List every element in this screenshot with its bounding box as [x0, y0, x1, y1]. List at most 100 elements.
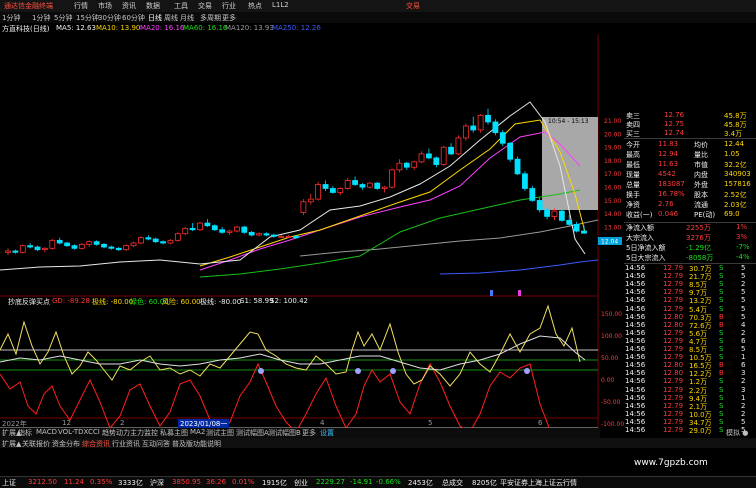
tick-side: S: [719, 385, 724, 394]
info-tab-help[interactable]: 普及版功能说明: [172, 439, 221, 449]
tab-more[interactable]: 更多: [302, 428, 316, 438]
tab-indicator[interactable]: 指标: [18, 428, 32, 438]
candle: [352, 180, 358, 185]
quote-field-label: 均价: [694, 141, 708, 149]
menu-item-4[interactable]: 数据: [146, 1, 160, 11]
tick-price: 12.79: [663, 401, 684, 410]
period-day[interactable]: 日线: [148, 13, 162, 23]
candle: [411, 161, 418, 168]
indicator-value-gd: GD: -89.28: [52, 297, 90, 305]
menu-item-1[interactable]: 行情: [74, 1, 88, 11]
info-tab-expand[interactable]: 扩展▲: [2, 439, 21, 449]
period-2[interactable]: 1分钟: [32, 13, 50, 23]
candle: [174, 233, 181, 241]
quote-field-label: 今开: [626, 141, 640, 149]
trade-menu[interactable]: 交易: [406, 1, 420, 11]
info-tab-qa[interactable]: 互动问答: [142, 439, 170, 449]
ma5-label: MA5: 12.63: [56, 24, 96, 32]
tick-side: S: [719, 377, 724, 386]
flow-value: 3276万: [686, 234, 711, 242]
tab-test-b[interactable]: 测试幅图B: [268, 428, 301, 438]
candle: [315, 184, 322, 200]
tick-time: 14:56: [625, 336, 646, 345]
tab-macd[interactable]: MACD: [36, 428, 57, 436]
candle: [130, 242, 137, 247]
tab-vol[interactable]: VOL-TDX: [58, 428, 88, 436]
menu-item-6[interactable]: 交易: [198, 1, 212, 11]
period-6[interactable]: 60分钟: [122, 13, 145, 23]
menu-item-8[interactable]: 热点: [248, 1, 262, 11]
quote-field-value: 12.94: [658, 150, 679, 158]
quote-field-value: 0.046: [658, 210, 679, 218]
quote-field-label: 现量: [626, 171, 640, 179]
tab-test-a[interactable]: 测试幅图A: [236, 428, 269, 438]
menu-item-7[interactable]: 行业: [222, 1, 236, 11]
period-week[interactable]: 周线: [164, 13, 178, 23]
tick-price: 12.79: [663, 393, 684, 402]
candle: [270, 234, 277, 237]
info-tab-industry[interactable]: 行业资讯: [112, 439, 140, 449]
info-tab-fund[interactable]: 资金分布: [52, 439, 80, 449]
period-5[interactable]: 30分钟: [98, 13, 121, 23]
period-4[interactable]: 15分钟: [76, 13, 99, 23]
sh-change: 11.24: [64, 478, 85, 486]
quote-field-row: 最低 11.63 市值 32.2亿: [624, 160, 756, 170]
quote-field-label: 净资: [626, 201, 640, 209]
tab-settings[interactable]: 设置: [320, 428, 334, 438]
candle: [93, 241, 100, 245]
info-tab-news[interactable]: 综合资讯: [82, 439, 110, 449]
info-tab-quotes[interactable]: 关联报价: [22, 439, 50, 449]
menu-item-9[interactable]: L1L2: [272, 1, 289, 9]
candle: [477, 114, 484, 131]
volume-bar: [490, 290, 493, 296]
quote-field-value: 32.2亿: [724, 161, 747, 169]
candle: [152, 238, 159, 243]
ma20-label: MA20: 16.16: [140, 24, 185, 32]
tab-monitor[interactable]: 主力监控: [130, 428, 158, 438]
menu-item-3[interactable]: 资讯: [122, 1, 136, 11]
period-more[interactable]: 更多: [222, 13, 236, 23]
period-multi[interactable]: 多周期: [200, 13, 221, 23]
tick-tab[interactable]: 模拟 ●: [726, 428, 748, 438]
ma250-label: MA250: 12.26: [272, 24, 321, 32]
tick-count: 2: [741, 409, 746, 418]
period-3[interactable]: 5分钟: [54, 13, 72, 23]
menu-item-2[interactable]: 市场: [98, 1, 112, 11]
tick-price: 12.79: [663, 304, 684, 313]
candle: [396, 162, 403, 171]
period-month[interactable]: 月线: [180, 13, 194, 23]
tick-count: 5: [741, 417, 746, 426]
tick-count: 3: [741, 385, 746, 394]
tick-time: 14:56: [625, 426, 646, 434]
tab-test-main[interactable]: 测试主图: [206, 428, 234, 438]
flow-value: -4%: [736, 253, 750, 261]
tab-ma2[interactable]: MA2: [190, 428, 205, 436]
range-label: 10:54 - 15:13: [548, 118, 589, 125]
tab-trend[interactable]: 趋势动力: [102, 428, 130, 438]
candle: [211, 225, 218, 231]
candle: [359, 184, 366, 188]
candle: [499, 132, 506, 144]
tick-time: 14:56: [625, 296, 646, 305]
tick-side: S: [719, 409, 724, 418]
quote-field-value: 340903: [724, 170, 751, 178]
period-1[interactable]: 1分钟: [2, 13, 20, 23]
tick-count: 5: [741, 345, 746, 353]
menu-item-5[interactable]: 工具: [174, 1, 188, 11]
tick-list[interactable]: 14:56 12.79 30.7万 S 5 14:56 12.79 21.7万 S 5 14:56 1…: [624, 264, 756, 476]
price-tick-label: 15.00: [604, 198, 621, 205]
tick-count: 5: [741, 272, 746, 281]
chart-area[interactable]: 21.0020.0019.0018.0017.0016.0015.0014.00…: [0, 34, 624, 438]
tab-cci[interactable]: CCI: [88, 428, 100, 436]
flow-label: 5日大宗流入: [626, 254, 666, 262]
indicator-name[interactable]: 抄底反弹买点: [8, 297, 50, 307]
time-label: 4: [320, 419, 325, 427]
quote-field-value: 183087: [658, 180, 685, 188]
tab-private[interactable]: 私募主图: [160, 428, 188, 438]
time-label: 12: [62, 419, 71, 427]
app-title: 通达信金融终端: [4, 2, 53, 10]
tick-count: 6: [741, 361, 746, 370]
tick-time: 14:56: [625, 353, 646, 362]
flow-label: 净流入额: [626, 224, 654, 232]
tick-price: 12.79: [663, 385, 684, 394]
